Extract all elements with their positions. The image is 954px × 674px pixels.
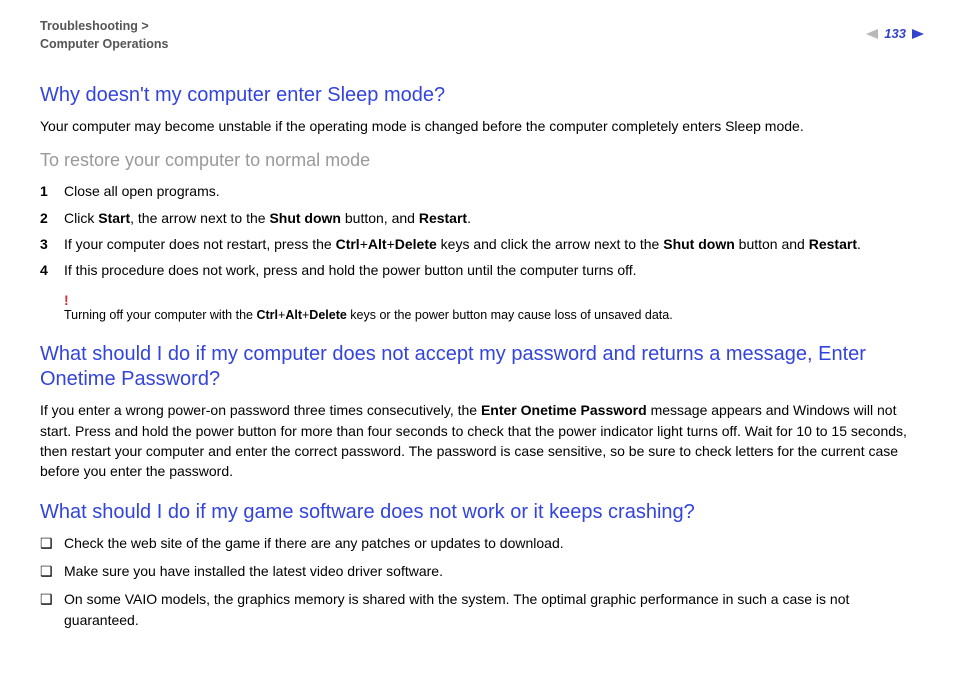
section1-subhead: To restore your computer to normal mode xyxy=(40,150,924,171)
step-num: 1 xyxy=(40,181,64,201)
step-text: If your computer does not restart, press… xyxy=(64,234,924,254)
warning-block: ! Turning off your computer with the Ctr… xyxy=(64,292,924,324)
step-3: 3 If your computer does not restart, pre… xyxy=(40,234,924,254)
section2-para: If you enter a wrong power-on password t… xyxy=(40,400,924,481)
section2-title: What should I do if my computer does not… xyxy=(40,342,924,392)
game-bullets: ❑ Check the web site of the game if ther… xyxy=(40,533,924,630)
section3-title: What should I do if my game software doe… xyxy=(40,500,924,525)
step-1: 1 Close all open programs. xyxy=(40,181,924,201)
page-number-nav: 133 xyxy=(866,26,924,41)
step-num: 2 xyxy=(40,208,64,228)
bullet-text: Check the web site of the game if there … xyxy=(64,533,564,553)
bullet-icon: ❑ xyxy=(40,561,64,581)
section1-title: Why doesn't my computer enter Sleep mode… xyxy=(40,83,924,108)
step-num: 4 xyxy=(40,260,64,280)
page-number: 133 xyxy=(884,26,906,41)
bullet-icon: ❑ xyxy=(40,589,64,630)
warning-icon: ! xyxy=(64,292,924,308)
page-header: Troubleshooting > Computer Operations 13… xyxy=(40,18,924,53)
bullet-item: ❑ On some VAIO models, the graphics memo… xyxy=(40,589,924,630)
warning-text: Turning off your computer with the Ctrl+… xyxy=(64,308,673,322)
step-text: If this procedure does not work, press a… xyxy=(64,260,924,280)
breadcrumb: Troubleshooting > Computer Operations xyxy=(40,18,169,53)
step-text: Click Start, the arrow next to the Shut … xyxy=(64,208,924,228)
bullet-text: Make sure you have installed the latest … xyxy=(64,561,443,581)
step-text: Close all open programs. xyxy=(64,181,924,201)
step-2: 2 Click Start, the arrow next to the Shu… xyxy=(40,208,924,228)
prev-page-icon[interactable] xyxy=(866,29,878,39)
section1-intro: Your computer may become unstable if the… xyxy=(40,116,924,136)
step-4: 4 If this procedure does not work, press… xyxy=(40,260,924,280)
breadcrumb-line2: Computer Operations xyxy=(40,36,169,54)
breadcrumb-line1: Troubleshooting > xyxy=(40,18,169,36)
bullet-item: ❑ Make sure you have installed the lates… xyxy=(40,561,924,581)
bullet-item: ❑ Check the web site of the game if ther… xyxy=(40,533,924,553)
bullet-text: On some VAIO models, the graphics memory… xyxy=(64,589,924,630)
step-num: 3 xyxy=(40,234,64,254)
restore-steps: 1 Close all open programs. 2 Click Start… xyxy=(40,181,924,280)
bullet-icon: ❑ xyxy=(40,533,64,553)
next-page-icon[interactable] xyxy=(912,29,924,39)
